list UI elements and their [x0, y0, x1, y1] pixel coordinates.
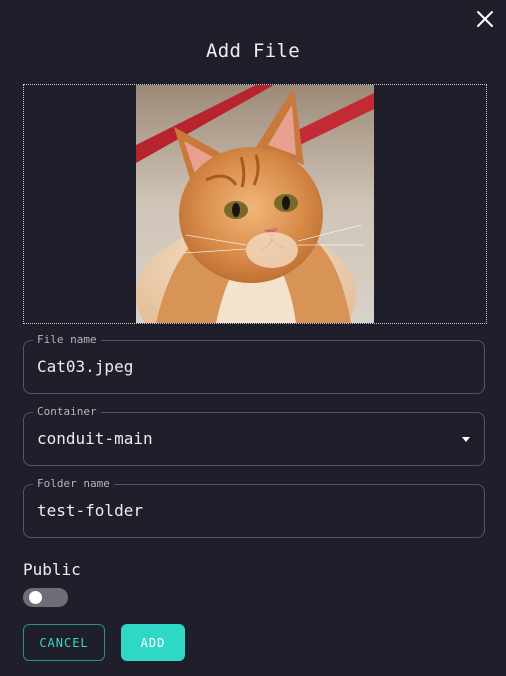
folder-name-input[interactable]: test-folder: [37, 501, 143, 521]
public-label: Public: [23, 560, 81, 579]
container-label: Container: [33, 405, 101, 419]
folder-name-field[interactable]: Folder name test-folder: [23, 477, 485, 538]
cancel-button[interactable]: CANCEL: [23, 624, 105, 661]
file-name-label: File name: [33, 333, 101, 347]
image-preview[interactable]: [23, 84, 487, 324]
container-value[interactable]: conduit-main: [37, 429, 153, 449]
container-select[interactable]: Container conduit-main: [23, 405, 485, 466]
folder-name-label: Folder name: [33, 477, 114, 491]
caret-down-icon[interactable]: [462, 437, 470, 442]
add-button[interactable]: ADD: [121, 624, 185, 661]
file-name-field[interactable]: File name Cat03.jpeg: [23, 333, 485, 394]
close-icon: [477, 11, 493, 27]
cat-image: [136, 85, 374, 323]
close-button[interactable]: [474, 8, 496, 30]
dialog-title: Add File: [206, 40, 300, 62]
toggle-knob: [29, 591, 42, 604]
add-file-dialog: Add File File name Cat03.jpeg Container …: [0, 0, 506, 676]
public-toggle[interactable]: [23, 588, 68, 607]
file-name-input[interactable]: Cat03.jpeg: [37, 357, 133, 377]
